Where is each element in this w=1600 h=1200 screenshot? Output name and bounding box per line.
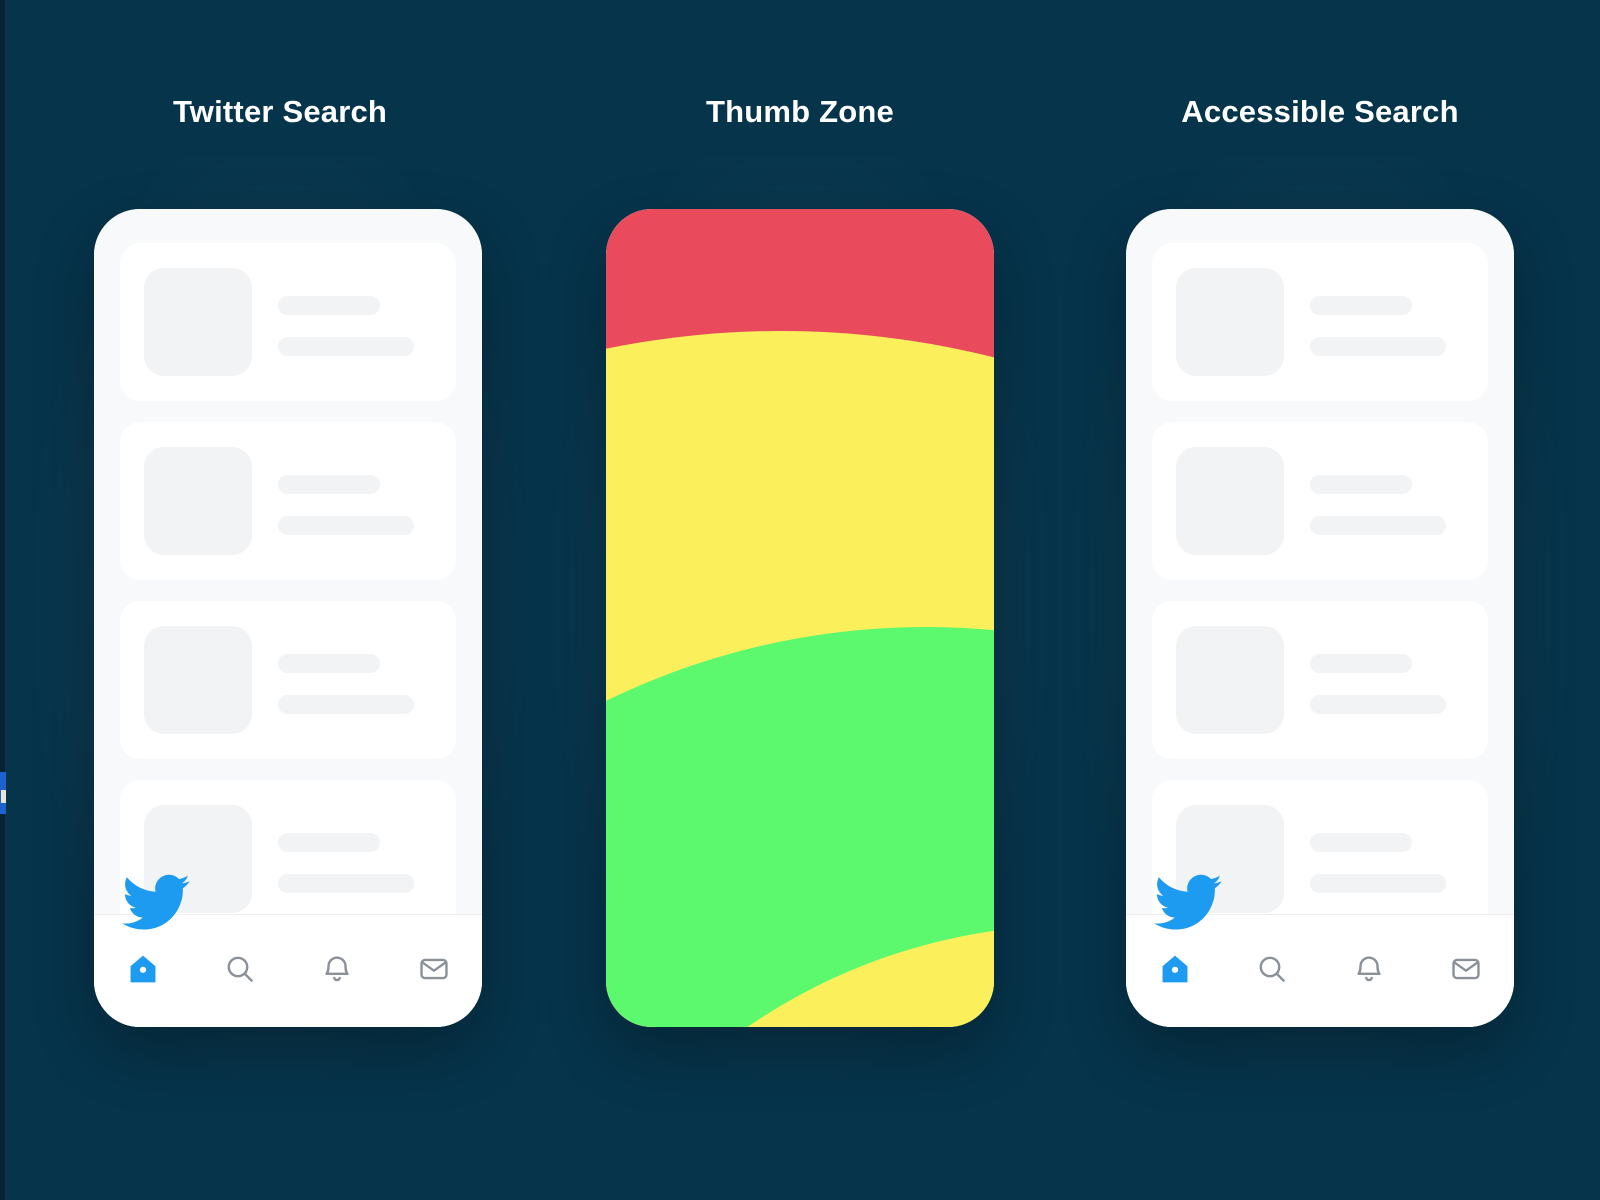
- text-placeholder-line: [1310, 337, 1446, 356]
- twitter-bird-icon: [122, 874, 190, 930]
- text-placeholder-line: [278, 695, 414, 714]
- thumb-zone-heatmap: [606, 209, 994, 1027]
- text-placeholder-group: [1310, 825, 1464, 893]
- twitter-bird-logo-twitter-search: [122, 873, 190, 931]
- avatar-placeholder: [144, 268, 252, 376]
- twitter-bird-logo-accessible-search: [1154, 873, 1222, 931]
- home-icon: [1162, 955, 1187, 983]
- avatar-placeholder: [1176, 268, 1284, 376]
- list-item[interactable]: [120, 601, 456, 759]
- text-placeholder-group: [1310, 646, 1464, 714]
- twitter-bird-icon: [1154, 874, 1222, 930]
- search-icon: [227, 956, 253, 982]
- text-placeholder-group: [1310, 467, 1464, 535]
- bell-icon: [1356, 956, 1381, 982]
- comparison-stage: Twitter Search Thumb Zone Accessible Sea…: [0, 0, 1600, 1200]
- nav-item-notifications[interactable]: [1320, 947, 1417, 991]
- nav-item-home[interactable]: [1126, 947, 1223, 991]
- left-edge-strip: [0, 0, 5, 1200]
- nav-item-notifications[interactable]: [288, 947, 385, 991]
- text-placeholder-line: [1310, 695, 1446, 714]
- column-thumb-zone: Thumb Zone: [554, 94, 1046, 1079]
- text-placeholder-line: [278, 833, 380, 852]
- text-placeholder-group: [278, 825, 432, 893]
- avatar-placeholder: [1176, 447, 1284, 555]
- mail-icon: [419, 958, 448, 980]
- phone-screen-accessible-search: [1126, 209, 1514, 1027]
- text-placeholder-line: [1310, 654, 1412, 673]
- mail-icon: [1451, 958, 1480, 980]
- text-placeholder-group: [278, 646, 432, 714]
- avatar-placeholder: [144, 447, 252, 555]
- nav-item-search[interactable]: [191, 947, 288, 991]
- text-placeholder-line: [1310, 516, 1446, 535]
- text-placeholder-line: [278, 337, 414, 356]
- text-placeholder-line: [1310, 833, 1412, 852]
- text-placeholder-line: [1310, 874, 1446, 893]
- left-edge-marker-highlight: [1, 790, 6, 803]
- text-placeholder-group: [1310, 288, 1464, 356]
- bell-icon: [324, 956, 349, 982]
- list-item[interactable]: [1152, 601, 1488, 759]
- text-placeholder-line: [1310, 296, 1412, 315]
- search-icon: [1259, 956, 1285, 982]
- column-accessible-search: Accessible Search: [1074, 94, 1566, 1079]
- text-placeholder-line: [278, 654, 380, 673]
- list-item[interactable]: [1152, 422, 1488, 580]
- text-placeholder-group: [278, 288, 432, 356]
- list-item[interactable]: [1152, 243, 1488, 401]
- text-placeholder-group: [278, 467, 432, 535]
- text-placeholder-line: [278, 475, 380, 494]
- home-icon: [130, 955, 155, 983]
- column-title-thumb-zone: Thumb Zone: [706, 94, 894, 129]
- text-placeholder-line: [278, 296, 380, 315]
- phone-screen-twitter-search: [94, 209, 482, 1027]
- device-frame-twitter-search: [34, 157, 526, 1079]
- text-placeholder-line: [1310, 475, 1412, 494]
- column-twitter-search: Twitter Search: [34, 94, 526, 1079]
- list-item[interactable]: [120, 422, 456, 580]
- avatar-placeholder: [1176, 626, 1284, 734]
- list-item[interactable]: [120, 243, 456, 401]
- nav-item-messages[interactable]: [385, 947, 482, 991]
- column-title-accessible-search: Accessible Search: [1181, 94, 1459, 129]
- device-frame-accessible-search: [1074, 157, 1566, 1079]
- nav-item-search[interactable]: [1223, 947, 1320, 991]
- nav-item-messages[interactable]: [1417, 947, 1514, 991]
- text-placeholder-line: [278, 516, 414, 535]
- column-title-twitter-search: Twitter Search: [172, 94, 388, 129]
- avatar-placeholder: [144, 626, 252, 734]
- nav-item-home[interactable]: [94, 947, 191, 991]
- text-placeholder-line: [278, 874, 414, 893]
- device-frame-thumb-zone: [554, 157, 1046, 1079]
- phone-screen-thumb-zone: [606, 209, 994, 1027]
